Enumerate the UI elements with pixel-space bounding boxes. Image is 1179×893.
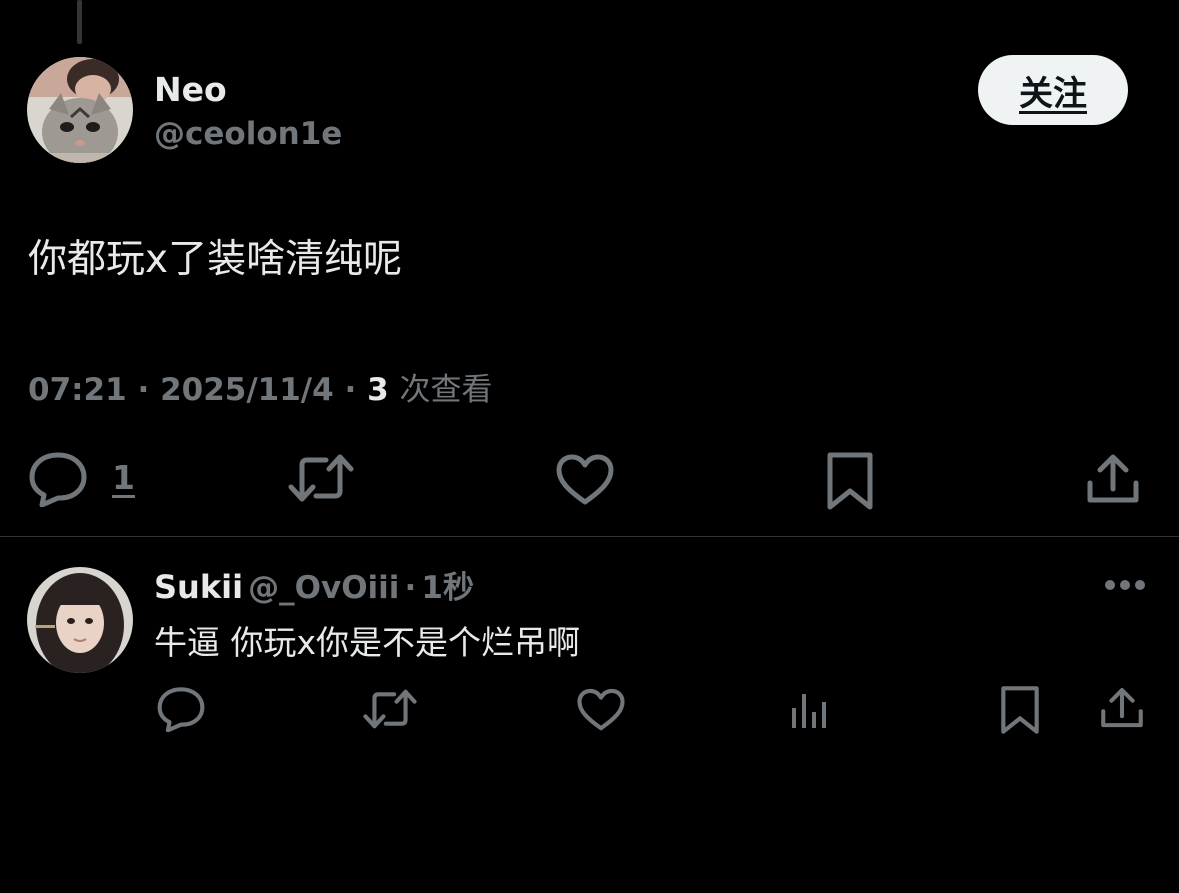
meta-separator: · [344,372,357,408]
tweet-meta: 07:21 · 2025/11/4 · 3 次查看 [28,364,492,409]
reply-icon[interactable] [28,451,88,507]
author-name[interactable]: Neo [154,70,227,109]
views-icon[interactable] [790,690,830,730]
reply-icon[interactable] [156,686,206,732]
bookmark-icon[interactable] [826,451,874,511]
meta-separator: · [137,372,150,408]
reply-author-handle[interactable]: @_OvOiii [248,570,399,606]
tweet-date[interactable]: 2025/11/4 [160,372,334,408]
reply-separator: · [404,570,417,606]
bookmark-icon[interactable] [1000,685,1040,735]
follow-button[interactable]: 关注 [978,55,1128,125]
share-icon[interactable] [1086,453,1140,505]
views-count[interactable]: 3 [367,372,389,408]
divider [0,536,1179,537]
reply-author-name[interactable]: Sukii [154,568,243,606]
reply-author-avatar[interactable] [27,567,133,673]
tweet-text: 你都玩x了装啥清纯呢 [28,237,403,282]
author-handle[interactable]: @ceolon1e [154,116,342,152]
reply-text: 牛逼 你玩x你是不是个烂吊啊 [154,623,581,662]
like-icon[interactable] [577,688,625,732]
share-icon[interactable] [1100,686,1144,730]
reply-time[interactable]: 1秒 [421,570,474,606]
author-avatar[interactable] [27,57,133,163]
more-icon[interactable] [1104,578,1146,592]
reply-count[interactable]: 1 [112,458,135,497]
like-icon[interactable] [556,454,614,506]
tweet-time[interactable]: 07:21 [28,372,127,408]
retweet-icon[interactable] [363,688,417,730]
thread-connector-line [77,0,82,44]
retweet-icon[interactable] [288,453,354,503]
views-label[interactable]: 次查看 [399,372,492,408]
reply-header: Sukii @_OvOiii · 1秒 [154,562,474,607]
